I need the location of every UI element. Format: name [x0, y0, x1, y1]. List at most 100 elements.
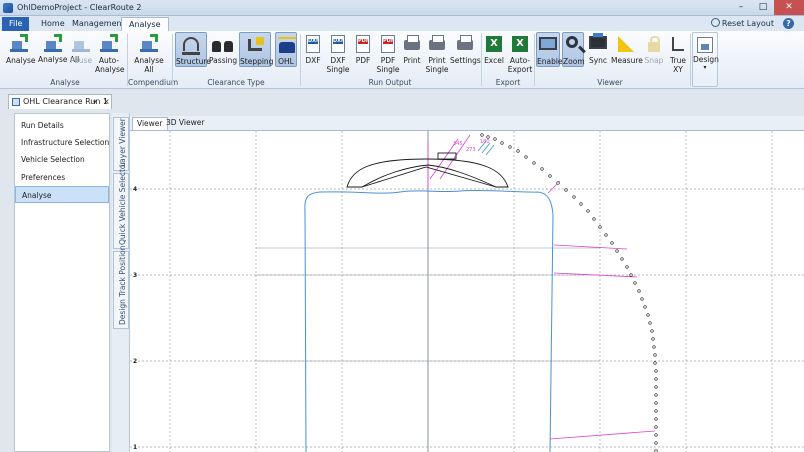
monitor-icon — [537, 34, 559, 56]
sync-icon — [587, 33, 609, 55]
sync-button[interactable]: Sync — [587, 33, 609, 65]
true-xy-button[interactable]: True XY — [667, 33, 689, 74]
enable-button[interactable]: Enable — [536, 32, 563, 67]
pantograph-outline — [346, 152, 509, 188]
nav-vehicle-selection[interactable]: Vehicle Selection — [15, 151, 109, 168]
title-bar: OhlDemoProject - ClearRoute 2 – □ ✕ — [0, 0, 804, 16]
pdf-single-icon: PDF — [377, 33, 399, 55]
app-icon — [3, 3, 13, 13]
tab-analyse[interactable]: Analyse — [121, 17, 169, 31]
tab-file[interactable]: File — [2, 17, 30, 31]
viewer-group-label: Viewer — [597, 78, 623, 87]
ohl-label: OHL — [278, 57, 294, 66]
nav-infrastructure-selection[interactable]: Infrastructure Selection — [15, 134, 109, 151]
compendium-analyse-all-button[interactable]: Analyse All — [134, 33, 164, 74]
stepping-icon — [244, 34, 266, 56]
run-output-group-label: Run Output — [368, 78, 412, 87]
design-track-position-label: Design Track Position — [118, 245, 127, 326]
nav-preferences[interactable]: Preferences — [15, 169, 109, 186]
tab-close-icon[interactable]: × — [103, 95, 110, 109]
close-window-button[interactable]: ✕ — [774, 0, 804, 15]
document-tab-strip: OHL Clearance Run 1 ▾ × — [0, 90, 804, 110]
pause-icon — [70, 33, 92, 55]
maximize-button[interactable]: □ — [752, 0, 774, 15]
analyse-all-icon — [42, 33, 64, 55]
design-dropdown-button[interactable]: Design ▾ — [692, 32, 719, 87]
reset-layout-button[interactable]: Reset Layout — [710, 18, 774, 30]
pdf-button[interactable]: PDF PDF — [352, 33, 374, 65]
clearance-viewer-canvas[interactable]: 345 273 180 — [130, 130, 804, 452]
settings-button[interactable]: Settings — [450, 33, 481, 65]
axis-label-4: 4 — [133, 186, 138, 193]
analyse-button[interactable]: Analyse — [6, 33, 36, 65]
minimize-button[interactable]: – — [730, 0, 752, 15]
analyse-all-label: Analyse All — [38, 55, 80, 64]
axes-icon — [667, 33, 689, 55]
passing-icon — [212, 33, 234, 55]
print-label: Print — [403, 56, 421, 65]
printer-icon — [401, 33, 423, 55]
auto-export-button[interactable]: Auto-Export — [507, 33, 533, 74]
measure-button[interactable]: Measure — [611, 33, 643, 65]
clearance-type-group-label: Clearance Type — [207, 78, 265, 87]
settings-label: Settings — [450, 56, 481, 65]
run-steps-panel: Run Details Infrastructure Selection Veh… — [14, 113, 110, 452]
print-button[interactable]: Print — [401, 33, 423, 65]
clearance-plot: 345 273 180 — [130, 131, 804, 452]
sync-label: Sync — [588, 56, 608, 65]
ribbon: Analyse Analyse All Pause Auto-Analyse A… — [0, 31, 804, 89]
tab-pin-icon[interactable]: ▾ — [93, 95, 97, 109]
axis-label-3: 3 — [133, 272, 138, 279]
pdf-icon: PDF — [352, 33, 374, 55]
compendium-analyse-all-label: Analyse All — [134, 56, 164, 74]
ribbon-tab-strip: File Home Management Analyse Reset Layou… — [0, 16, 804, 31]
nav-run-details[interactable]: Run Details — [15, 117, 109, 134]
pause-button[interactable]: Pause — [70, 33, 92, 65]
help-icon[interactable]: ? — [783, 18, 794, 29]
viewer-tab-strip: Viewer 3D Viewer — [130, 116, 804, 130]
pdf-single-button[interactable]: PDF PDF Single — [376, 33, 400, 74]
excel-button[interactable]: Excel — [483, 33, 505, 65]
tab-design-track-position[interactable]: Design Track Position — [113, 246, 129, 329]
stepping-button[interactable]: Stepping — [239, 32, 274, 67]
ohl-button[interactable]: OHL — [275, 32, 297, 67]
ohl-icon — [276, 34, 298, 56]
analyse-all-button[interactable]: Analyse All — [38, 33, 80, 64]
dxf-button[interactable]: DXF DXF — [302, 33, 324, 65]
side-tab-strip: Layer Viewer Quick Vehicle Selector Desi… — [112, 113, 130, 452]
nav-analyse[interactable]: Analyse — [15, 186, 109, 203]
reset-icon — [710, 18, 720, 27]
stepping-label: Stepping — [240, 57, 274, 66]
print-single-button[interactable]: Print Single — [425, 33, 449, 74]
passing-button[interactable]: Passing — [209, 33, 237, 65]
annotation-273: 273 — [466, 147, 476, 153]
true-xy-label: True XY — [670, 56, 686, 74]
reset-layout-label: Reset Layout — [721, 19, 774, 28]
tab-3d-viewer[interactable]: 3D Viewer — [162, 117, 208, 130]
analyse-label: Analyse — [6, 56, 36, 65]
pdf-label: PDF — [355, 56, 371, 65]
auto-export-icon — [509, 33, 531, 55]
excel-label: Excel — [484, 56, 504, 65]
pause-label: Pause — [70, 56, 93, 65]
auto-analyse-icon — [98, 33, 120, 55]
pdf-single-label: PDF Single — [376, 56, 400, 74]
axis-label-1: 1 — [133, 444, 138, 451]
structure-button[interactable]: Structure — [175, 32, 211, 67]
design-label: Design — [693, 55, 719, 64]
snap-label: Snap — [644, 56, 664, 65]
snap-button[interactable]: Snap — [643, 33, 665, 65]
magnifier-icon — [563, 34, 585, 56]
structure-label: Structure — [176, 57, 211, 66]
print-single-label: Print Single — [425, 56, 449, 74]
dxf-icon: DXF — [302, 33, 324, 55]
document-tab-ohl-clearance-run[interactable]: OHL Clearance Run 1 ▾ × — [8, 94, 112, 109]
auto-analyse-label: Auto-Analyse — [95, 56, 125, 74]
passing-label: Passing — [209, 56, 238, 65]
dxf-single-button[interactable]: DXF DXF Single — [326, 33, 350, 74]
print-single-icon — [426, 33, 448, 55]
measure-label: Measure — [611, 56, 643, 65]
auto-analyse-button[interactable]: Auto-Analyse — [95, 33, 125, 74]
tab-quick-vehicle-selector[interactable]: Quick Vehicle Selector — [113, 161, 129, 249]
zoom-button[interactable]: Zoom — [562, 32, 585, 67]
